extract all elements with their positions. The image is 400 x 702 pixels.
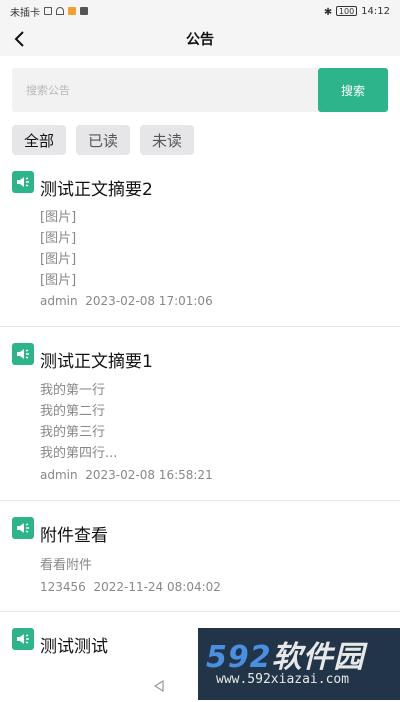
watermark-title: 592软件园 [206,632,365,676]
speaker-icon [12,171,34,193]
back-triangle-icon[interactable] [153,680,165,692]
app-notification-icon [68,7,76,15]
sim-icon [44,7,52,15]
header: 公告 [0,22,400,56]
notice-datetime: 2023-02-08 17:01:06 [85,294,213,308]
filter-tabs: 全部 已读 未读 [12,125,195,155]
notice-author: admin [40,468,78,482]
notice-author: admin [40,294,78,308]
notice-item[interactable]: 测试正文摘要2 [图片] [图片] [图片] [图片] admin 2023-0… [0,166,400,327]
battery-icon: 100 [335,6,358,16]
status-right: ✱ 100 14:12 [323,5,390,19]
carrier-label: 未插卡 [10,7,40,19]
back-button[interactable] [6,26,32,52]
notice-body-line: 我的第二行 [40,404,106,419]
notice-body-line: 我的第三行 [40,425,106,440]
notice-title: 附件查看 [40,526,108,546]
tab-unread[interactable]: 未读 [140,125,195,155]
speaker-icon [12,343,34,365]
notice-body-line: [图片] [40,231,77,246]
notice-title: 测试测试 [40,637,108,657]
watermark-url: www.592xiazai.com [216,672,350,687]
status-left: 未插卡 [10,4,88,19]
notice-datetime: 2022-11-24 08:04:02 [93,580,221,594]
page-title: 公告 [186,32,214,48]
watermark-number: 592 [206,640,272,675]
notice-body-line: 看看附件 [40,558,93,573]
notice-author: 123456 [40,580,86,594]
notice-item[interactable]: 测试正文摘要1 我的第一行 我的第二行 我的第三行 我的第四行... admin… [0,327,400,501]
chevron-left-icon [14,31,24,47]
notice-meta: admin 2023-02-08 17:01:06 [40,294,213,308]
notice-title: 测试正文摘要1 [40,352,153,372]
notice-title: 测试正文摘要2 [40,180,153,200]
speaker-icon [12,628,34,650]
notice-body-line: 我的第四行... [40,446,118,461]
search-bar: 搜索 [12,68,388,112]
watermark-logo: 592软件园 www.592xiazai.com [198,628,400,700]
status-bar: 未插卡 ✱ 100 14:12 [0,0,400,22]
notice-meta: admin 2023-02-08 16:58:21 [40,468,213,482]
clock: 14:12 [361,5,390,17]
notice-datetime: 2023-02-08 16:58:21 [85,468,213,482]
tab-all[interactable]: 全部 [12,125,67,155]
notice-body-line: [图片] [40,252,77,267]
notice-body-line: [图片] [40,210,77,225]
wifi-icon [56,7,64,15]
message-icon [80,7,88,15]
notice-body-line: 我的第一行 [40,383,106,398]
search-button[interactable]: 搜索 [318,68,388,112]
watermark-text: 软件园 [271,640,365,675]
speaker-icon [12,517,34,539]
notice-meta: 123456 2022-11-24 08:04:02 [40,580,221,594]
notice-item[interactable]: 附件查看 看看附件 123456 2022-11-24 08:04:02 [0,501,400,612]
bluetooth-icon: ✱ [323,7,333,18]
notice-body-line: [图片] [40,273,77,288]
search-input[interactable] [12,68,318,112]
tab-read[interactable]: 已读 [76,125,131,155]
